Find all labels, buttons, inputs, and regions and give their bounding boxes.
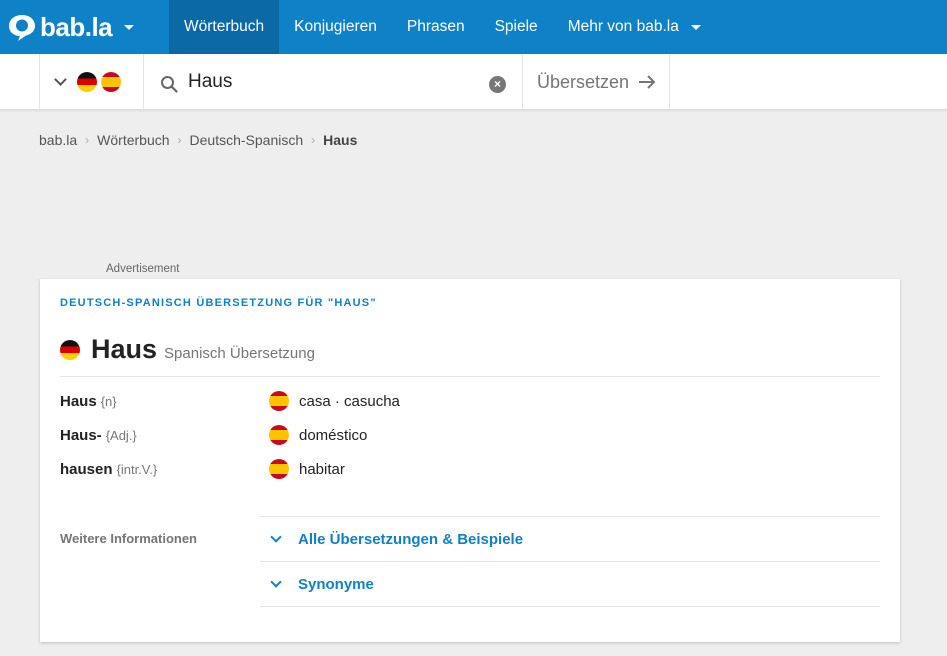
part-of-speech: {Adj.} (105, 427, 137, 443)
target-word[interactable]: doméstico (299, 427, 367, 444)
flag-es-icon (269, 459, 289, 479)
divider (60, 376, 880, 377)
source-word[interactable]: hausen {intr.V.} (60, 461, 269, 478)
translate-button-label: Übersetzen (537, 71, 630, 92)
breadcrumb-item[interactable]: Wörterbuch (97, 132, 169, 148)
card-heading: DEUTSCH-SPANISCH ÜBERSETZUNG FÜR "HAUS" (60, 297, 377, 309)
translation-row: hausen {intr.V.} habitar (60, 458, 880, 480)
source-word-text: Haus- (60, 426, 102, 444)
top-navigation: bab.la Wörterbuch Konjugieren Phrasen Sp… (0, 0, 947, 54)
chevron-down-icon (54, 73, 67, 86)
flag-es-icon (269, 425, 289, 445)
flag-de-icon (60, 339, 80, 360)
entry-word: Haus (91, 334, 158, 364)
breadcrumb-separator: › (85, 133, 90, 147)
divider (260, 606, 880, 607)
breadcrumb-item[interactable]: Deutsch-Spanisch (190, 132, 304, 148)
breadcrumb: bab.la › Wörterbuch › Deutsch-Spanisch ›… (39, 132, 357, 148)
flag-es-icon (101, 72, 121, 92)
nav-item-konjugieren[interactable]: Konjugieren (279, 0, 392, 54)
advertisement-label: Advertisement (106, 263, 180, 275)
chevron-down-icon (270, 575, 282, 588)
source-word-text: Haus (60, 392, 97, 410)
source-word[interactable]: Haus- {Adj.} (60, 427, 269, 444)
breadcrumb-separator: › (177, 133, 182, 147)
flag-de-icon (77, 72, 97, 92)
breadcrumb-separator: › (311, 133, 316, 147)
all-translations-label: Alle Übersetzungen & Beispiele (298, 530, 524, 548)
source-word[interactable]: Haus {n} (60, 393, 269, 410)
target-word[interactable]: habitar (299, 461, 345, 478)
breadcrumb-item[interactable]: bab.la (39, 132, 77, 148)
search-icon (161, 76, 178, 93)
nav-item-mehr[interactable]: Mehr von bab.la (553, 0, 716, 54)
breadcrumb-current: Haus (323, 132, 358, 148)
flag-es-icon (269, 391, 289, 411)
translation-card: DEUTSCH-SPANISCH ÜBERSETZUNG FÜR "HAUS" … (40, 279, 900, 642)
source-word-text: hausen (60, 460, 113, 478)
language-pair-select[interactable] (39, 54, 144, 110)
nav-item-mehr-label: Mehr von bab.la (567, 18, 679, 35)
nav-item-woerterbuch[interactable]: Wörterbuch (169, 0, 280, 54)
clear-icon[interactable]: × (489, 76, 506, 93)
part-of-speech: {intr.V.} (116, 461, 158, 477)
nav-item-phrasen[interactable]: Phrasen (392, 0, 480, 54)
target-word[interactable]: casa · casucha (299, 393, 400, 410)
search-bar: × Übersetzen (0, 54, 947, 110)
translate-button[interactable]: Übersetzen (522, 54, 670, 110)
entry-title: Haus Spanisch Übersetzung (60, 334, 315, 365)
translation-row: Haus {n} casa · casucha (60, 390, 880, 412)
more-info-label: Weitere Informationen (60, 531, 198, 546)
translation-row: Haus- {Adj.} doméstico (60, 424, 880, 446)
part-of-speech: {n} (100, 393, 117, 409)
nav-item-spiele[interactable]: Spiele (480, 0, 553, 54)
arrow-right-icon (639, 75, 656, 89)
synonyms-label: Synonyme (298, 575, 374, 593)
speech-bubble-icon (9, 15, 35, 41)
synonyms-link[interactable]: Synonyme (260, 562, 374, 606)
search-input[interactable] (188, 68, 478, 96)
entry-subtitle: Spanisch Übersetzung (164, 345, 315, 362)
search-field: × (144, 54, 522, 110)
all-translations-link[interactable]: Alle Übersetzungen & Beispiele (260, 517, 523, 561)
caret-down-icon (690, 24, 701, 30)
brand-name: bab.la (40, 11, 113, 42)
brand-logo[interactable]: bab.la (0, 0, 169, 54)
caret-down-icon (124, 24, 135, 30)
chevron-down-icon (270, 530, 282, 543)
